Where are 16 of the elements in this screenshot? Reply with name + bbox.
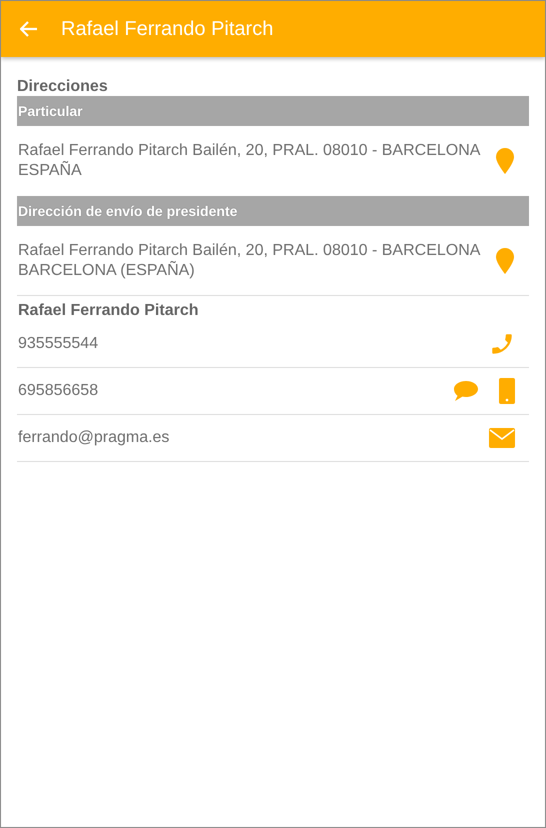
address-text: Rafael Ferrando Pitarch Bailén, 20, PRAL. 08010 - BARCELONA BARCELONA (ESPAÑA) [17, 240, 482, 280]
mobile-phone-icon[interactable] [499, 378, 515, 404]
contact-name: Rafael Ferrando Pitarch [17, 301, 200, 321]
address-heading: Particular [17, 96, 529, 126]
address-text: Rafael Ferrando Pitarch Bailén, 20, PRAL. 08010 - BARCELONA ESPAÑA [17, 141, 482, 181]
contact-value: ferrando@pragma.es [17, 428, 170, 448]
contact-value: 935555544 [17, 334, 98, 354]
map-pin-icon[interactable] [495, 148, 515, 174]
contact-value: 695856658 [17, 381, 98, 401]
page-title: Rafael Ferrando Pitarch [61, 18, 274, 40]
chat-bubble-icon[interactable] [453, 379, 479, 403]
map-pin-icon[interactable] [495, 248, 515, 274]
section-title: Direcciones [17, 77, 109, 96]
envelope-icon[interactable] [489, 428, 515, 448]
back-arrow-icon[interactable] [19, 19, 39, 39]
address-heading: Dirección de envío de presidente [17, 196, 529, 226]
